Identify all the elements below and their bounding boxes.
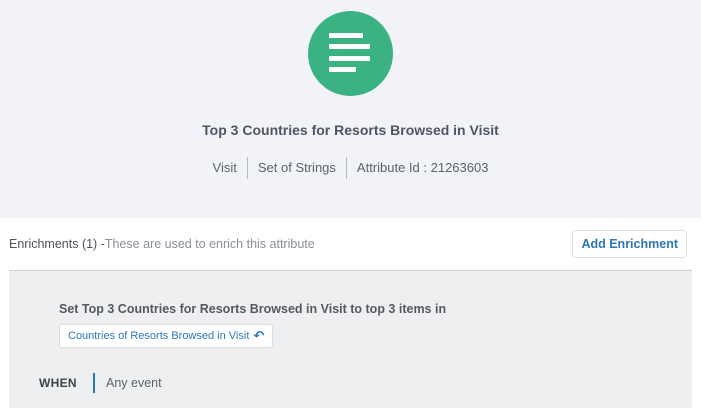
enrichments-heading: Enrichments (1) - bbox=[9, 237, 105, 251]
enrichment-card: Set Top 3 Countries for Resorts Browsed … bbox=[9, 270, 692, 408]
attribute-scope: Visit bbox=[212, 160, 237, 175]
add-enrichment-button[interactable]: Add Enrichment bbox=[572, 230, 687, 258]
attribute-title: Top 3 Countries for Resorts Browsed in V… bbox=[202, 122, 499, 138]
enrichments-label: Enrichments (1) -These are used to enric… bbox=[9, 237, 315, 251]
when-event-value: Any event bbox=[106, 376, 162, 390]
attribute-meta: Visit Set of Strings Attribute Id : 2126… bbox=[0, 157, 701, 179]
enrichments-header: Enrichments (1) -These are used to enric… bbox=[9, 230, 687, 258]
attribute-header: Top 3 Countries for Resorts Browsed in V… bbox=[0, 0, 701, 218]
when-divider bbox=[93, 373, 95, 393]
enrichments-description: These are used to enrich this attribute bbox=[104, 237, 315, 251]
when-label: WHEN bbox=[39, 376, 77, 390]
attribute-list-icon bbox=[308, 11, 393, 96]
attribute-type: Set of Strings bbox=[257, 160, 336, 175]
enrichment-rule-text: Set Top 3 Countries for Resorts Browsed … bbox=[59, 302, 447, 316]
source-attribute-chip[interactable]: Countries of Resorts Browsed in Visit ↶ bbox=[59, 324, 274, 348]
attribute-id: Attribute Id : 21263603 bbox=[356, 160, 489, 175]
source-attribute-label: Countries of Resorts Browsed in Visit bbox=[68, 330, 250, 342]
undo-arrow-icon: ↶ bbox=[253, 328, 265, 343]
